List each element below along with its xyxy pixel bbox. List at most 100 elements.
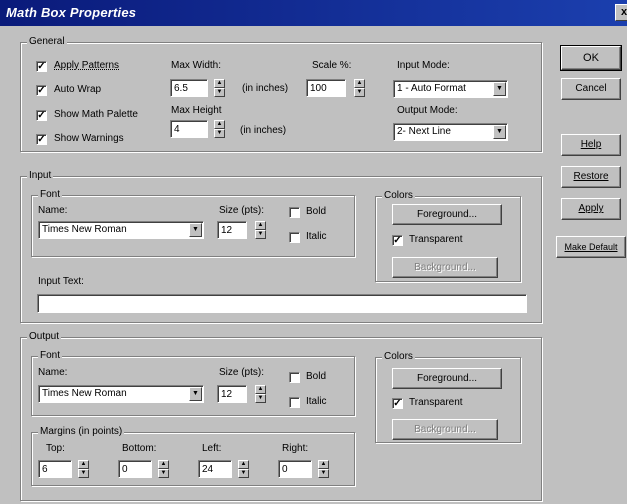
output-bold-checkbox[interactable] (289, 372, 300, 383)
scale-spinner[interactable]: ▲ ▼ (354, 79, 365, 97)
margin-top-input[interactable]: 6 (38, 460, 72, 478)
input-font-value: Times New Roman (42, 224, 127, 235)
chevron-down-icon[interactable]: ▼ (493, 125, 506, 139)
input-size-label: Size (pts): (219, 205, 265, 216)
input-size-input[interactable]: 12 (217, 221, 247, 239)
input-foreground-button[interactable]: Foreground... (392, 204, 502, 225)
show-math-palette-label: Show Math Palette (54, 109, 138, 120)
spin-up-icon[interactable]: ▲ (214, 79, 225, 88)
input-bold-label: Bold (306, 206, 327, 217)
scale-input[interactable]: 100 (306, 79, 346, 97)
spin-up-icon[interactable]: ▲ (318, 460, 329, 469)
apply-patterns-label: Apply Patterns (54, 60, 120, 71)
auto-wrap-label: Auto Wrap (54, 84, 102, 95)
max-width-spinner[interactable]: ▲ ▼ (214, 79, 225, 97)
show-warnings-label: Show Warnings (54, 133, 124, 144)
max-width-unit: (in inches) (242, 83, 289, 94)
max-width-input[interactable]: 6.5 (170, 79, 208, 97)
auto-wrap-checkbox[interactable]: ✓ (36, 85, 47, 96)
input-italic-checkbox[interactable] (289, 232, 300, 243)
output-mode-select[interactable]: 2- Next Line ▼ (393, 123, 508, 141)
chevron-down-icon[interactable]: ▼ (493, 82, 506, 96)
output-foreground-button[interactable]: Foreground... (392, 368, 502, 389)
spin-up-icon[interactable]: ▲ (255, 385, 266, 394)
chevron-down-icon[interactable]: ▼ (189, 223, 202, 237)
output-colors-label: Colors (382, 351, 415, 362)
spin-down-icon[interactable]: ▼ (354, 88, 365, 97)
margin-left-spinner[interactable]: ▲ ▼ (238, 460, 249, 478)
apply-button[interactable]: Apply (561, 198, 621, 220)
spin-down-icon[interactable]: ▼ (214, 129, 225, 138)
input-size-spinner[interactable]: ▲ ▼ (255, 221, 266, 239)
spin-down-icon[interactable]: ▼ (255, 394, 266, 403)
max-height-input[interactable]: 4 (170, 120, 208, 138)
ok-button[interactable]: OK (560, 45, 622, 71)
make-default-button[interactable]: Make Default (556, 236, 626, 258)
margin-left-input[interactable]: 24 (198, 460, 232, 478)
output-transparent-label: Transparent (409, 397, 463, 408)
output-font-select[interactable]: Times New Roman ▼ (38, 385, 204, 403)
spin-up-icon[interactable]: ▲ (214, 120, 225, 129)
output-size-input[interactable]: 12 (217, 385, 247, 403)
spin-up-icon[interactable]: ▲ (158, 460, 169, 469)
max-height-unit: (in inches) (240, 125, 287, 136)
spin-down-icon[interactable]: ▼ (318, 469, 329, 478)
apply-patterns-checkbox[interactable]: ✓ (36, 61, 47, 72)
spin-up-icon[interactable]: ▲ (238, 460, 249, 469)
input-mode-label: Input Mode: (397, 60, 450, 71)
output-italic-checkbox[interactable] (289, 397, 300, 408)
help-button[interactable]: Help (561, 134, 621, 156)
input-font-select[interactable]: Times New Roman ▼ (38, 221, 204, 239)
margin-right-label: Right: (282, 443, 309, 454)
input-font-name-label: Name: (38, 205, 68, 216)
spin-down-icon[interactable]: ▼ (238, 469, 249, 478)
margin-bottom-label: Bottom: (122, 443, 157, 454)
spin-down-icon[interactable]: ▼ (214, 88, 225, 97)
output-font-name-label: Name: (38, 367, 68, 378)
output-group-label: Output (27, 331, 62, 342)
cancel-button[interactable]: Cancel (561, 78, 621, 100)
output-bold-label: Bold (306, 371, 327, 382)
input-mode-select[interactable]: 1 - Auto Format ▼ (393, 80, 508, 98)
output-font-label: Font (38, 350, 63, 361)
margin-bottom-input[interactable]: 0 (118, 460, 152, 478)
output-font-value: Times New Roman (42, 388, 127, 399)
margin-top-spinner[interactable]: ▲ ▼ (78, 460, 89, 478)
output-size-spinner[interactable]: ▲ ▼ (255, 385, 266, 403)
margin-right-spinner[interactable]: ▲ ▼ (318, 460, 329, 478)
margins-label: Margins (in points) (38, 426, 125, 437)
spin-down-icon[interactable]: ▼ (78, 469, 89, 478)
scale-label: Scale %: (312, 60, 352, 71)
show-math-palette-checkbox[interactable]: ✓ (36, 110, 47, 121)
restore-button[interactable]: Restore (561, 166, 621, 188)
output-transparent-checkbox[interactable]: ✓ (392, 398, 403, 409)
output-background-button[interactable]: Background... (392, 419, 498, 440)
input-italic-label: Italic (306, 231, 327, 242)
output-italic-label: Italic (306, 396, 327, 407)
chevron-down-icon[interactable]: ▼ (189, 387, 202, 401)
spin-up-icon[interactable]: ▲ (354, 79, 365, 88)
window-title: Math Box Properties (6, 5, 137, 20)
margin-right-input[interactable]: 0 (278, 460, 312, 478)
title-bar: Math Box Properties x (0, 0, 627, 26)
show-warnings-checkbox[interactable]: ✓ (36, 134, 47, 145)
spin-up-icon[interactable]: ▲ (78, 460, 89, 469)
max-height-label: Max Height (171, 105, 222, 116)
margin-top-label: Top: (46, 443, 65, 454)
spin-down-icon[interactable]: ▼ (255, 230, 266, 239)
margin-left-label: Left: (202, 443, 222, 454)
input-bold-checkbox[interactable] (289, 207, 300, 218)
spin-up-icon[interactable]: ▲ (255, 221, 266, 230)
input-text-field[interactable] (37, 294, 527, 313)
input-transparent-checkbox[interactable]: ✓ (392, 235, 403, 246)
close-button[interactable]: x (615, 4, 627, 21)
max-height-spinner[interactable]: ▲ ▼ (214, 120, 225, 138)
input-font-label: Font (38, 189, 63, 200)
general-group-label: General (27, 36, 67, 47)
spin-down-icon[interactable]: ▼ (158, 469, 169, 478)
margin-bottom-spinner[interactable]: ▲ ▼ (158, 460, 169, 478)
max-width-label: Max Width: (171, 60, 222, 71)
output-mode-value: 2- Next Line (397, 126, 451, 137)
input-colors-label: Colors (382, 190, 415, 201)
input-background-button[interactable]: Background... (392, 257, 498, 278)
